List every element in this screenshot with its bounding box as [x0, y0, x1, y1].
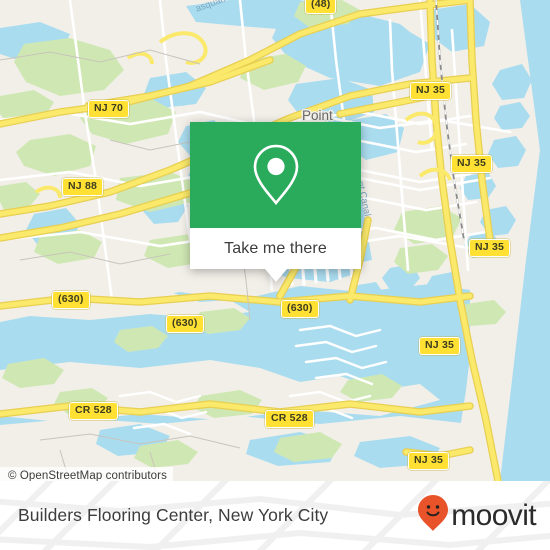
road-shield: NJ 88: [62, 178, 104, 196]
road-shield: NJ 70: [88, 100, 130, 118]
road-shield: (48): [305, 0, 337, 14]
footer-bar: Builders Flooring Center, New York City …: [0, 481, 550, 550]
location-popup-card[interactable]: Take me there: [190, 122, 361, 282]
road-shield: NJ 35: [410, 82, 452, 100]
road-shield: CR 528: [69, 402, 118, 420]
place-label-point: Point: [302, 108, 333, 123]
road-shield: (630): [281, 300, 319, 318]
road-shield: (630): [52, 291, 90, 309]
map-canvas[interactable]: asquan River nt Canal Point (48) NJ 35 N…: [0, 0, 550, 481]
road-shield: NJ 35: [419, 337, 461, 355]
road-shield: NJ 35: [408, 452, 450, 470]
road-shield: NJ 35: [469, 239, 511, 257]
map-attribution[interactable]: © OpenStreetMap contributors: [0, 467, 173, 481]
moovit-map-screenshot: asquan River nt Canal Point (48) NJ 35 N…: [0, 0, 550, 550]
moovit-smiley-pin-icon: [418, 495, 449, 536]
location-pin-icon: [249, 142, 303, 208]
road-shield: (630): [166, 315, 204, 333]
moovit-wordmark: moovit: [451, 498, 536, 532]
popup-action-row[interactable]: Take me there: [190, 228, 361, 269]
moovit-logo[interactable]: moovit: [418, 481, 537, 550]
page-title: Builders Flooring Center, New York City: [18, 505, 329, 525]
popup-tail: [264, 269, 287, 282]
take-me-there-label: Take me there: [224, 239, 327, 257]
road-shield: NJ 35: [451, 155, 493, 173]
popup-header: [190, 122, 361, 228]
road-shield: CR 528: [265, 410, 314, 428]
